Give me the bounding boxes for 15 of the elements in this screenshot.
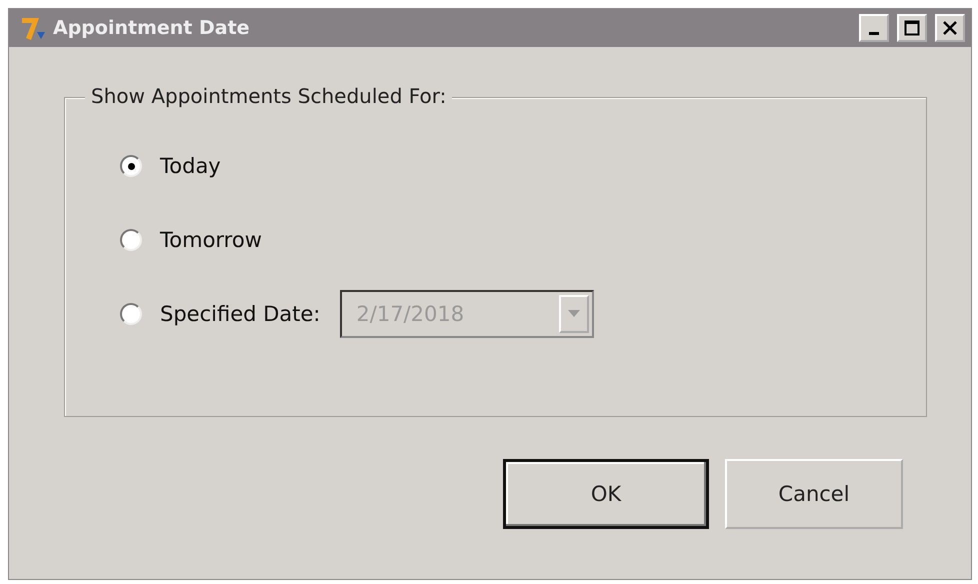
close-button[interactable]	[935, 14, 965, 42]
option-label[interactable]: Tomorrow	[160, 228, 262, 252]
radio-button[interactable]	[120, 155, 142, 177]
close-icon	[942, 20, 958, 36]
radio-button[interactable]	[120, 229, 142, 251]
minimize-icon	[869, 32, 879, 34]
ok-button[interactable]: OK	[503, 459, 709, 529]
cancel-button[interactable]: Cancel	[725, 459, 903, 529]
maximize-button[interactable]	[897, 14, 927, 42]
minimize-button[interactable]	[859, 14, 889, 42]
option-label[interactable]: Specified Date:	[160, 302, 320, 326]
radio-button[interactable]	[120, 303, 142, 325]
window-title: Appointment Date	[53, 17, 251, 39]
option-label[interactable]: Today	[160, 154, 221, 178]
maximize-icon	[904, 20, 920, 36]
